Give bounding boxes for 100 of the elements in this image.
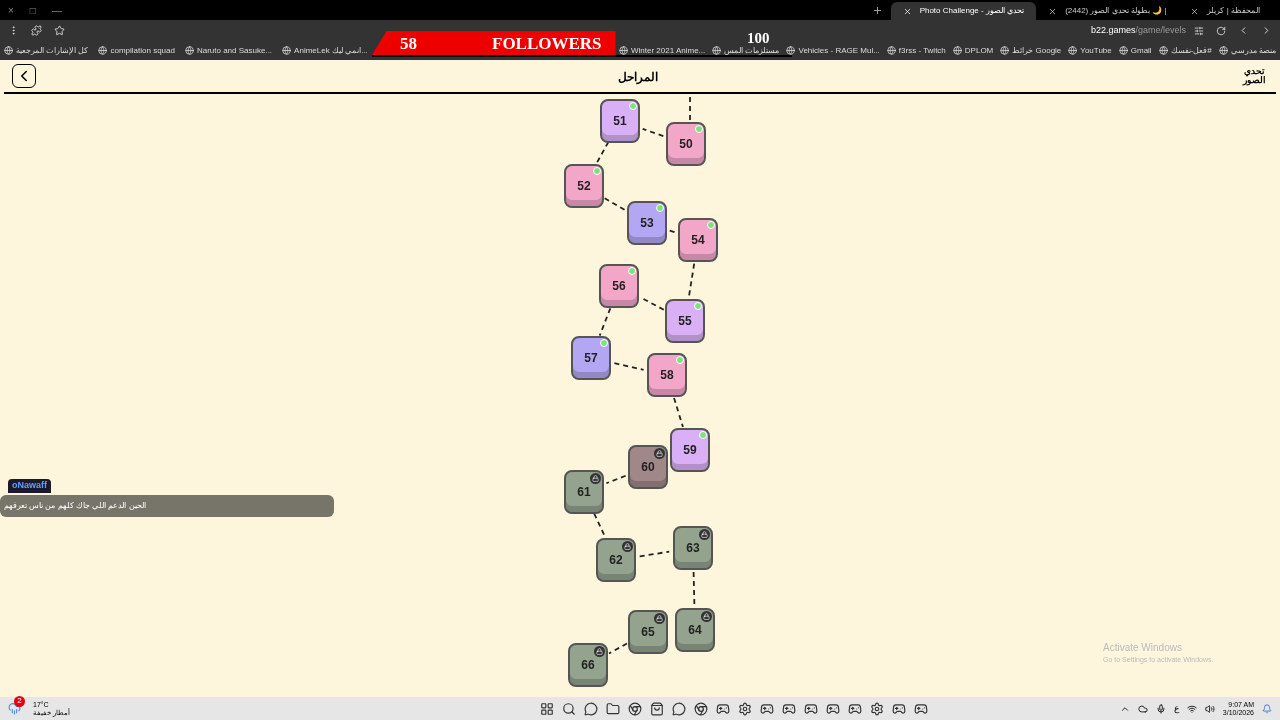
dashed-connector-line (598, 307, 612, 337)
level-tile[interactable]: 51 (600, 99, 640, 143)
lock-icon (654, 448, 665, 459)
reload-icon[interactable] (1216, 25, 1226, 36)
level-tile[interactable]: 61 (564, 470, 604, 514)
globe-icon (1000, 46, 1010, 55)
browser-tab[interactable]: Photo Challenge - تحدي الصور (890, 2, 1037, 20)
bookmark-link[interactable]: AnimeLek انمي ليك... (282, 44, 368, 57)
taskbar-app-icon[interactable] (605, 701, 620, 716)
close-icon[interactable] (1190, 6, 1200, 16)
weather-icon (8, 702, 21, 715)
bookmark-link[interactable]: Naruto and Sasuke... (184, 44, 273, 57)
tab-title: المحفظة | كريلز (1207, 5, 1260, 17)
level-tile[interactable]: 55 (665, 299, 705, 343)
level-tile[interactable]: 52 (564, 164, 604, 208)
star-icon[interactable] (54, 25, 65, 36)
cloud-icon[interactable] (1137, 703, 1148, 714)
level-tile[interactable]: 64 (675, 608, 715, 652)
chat-username: oNawaff (8, 479, 51, 493)
taskbar-app-icon[interactable] (737, 701, 752, 716)
lock-icon (594, 646, 605, 657)
taskbar-app-icon[interactable] (759, 701, 774, 716)
notification-badge: 2 (14, 695, 25, 707)
dashed-connector-line (673, 397, 684, 428)
level-tile[interactable]: 63 (673, 526, 713, 570)
bookmark-link[interactable]: فعل-نفسك# (1158, 44, 1212, 57)
browser-tab[interactable]: (2442) بطولة تحدي الصور 🌙 | (1036, 2, 1179, 20)
level-tile[interactable]: 58 (647, 353, 687, 397)
lock-icon (622, 541, 633, 552)
window-control[interactable]: × (8, 2, 14, 18)
globe-icon (786, 46, 796, 55)
dashed-connector-line (692, 571, 696, 607)
back-button[interactable] (12, 64, 36, 88)
globe-icon (1068, 46, 1078, 55)
taskbar-app-icon[interactable] (803, 701, 818, 716)
site-settings-icon[interactable] (1194, 25, 1204, 36)
globe-icon (1118, 46, 1128, 55)
level-tile[interactable]: 62 (596, 538, 636, 582)
bookmark-link[interactable]: YouTube (1068, 44, 1112, 57)
microphone-icon[interactable] (1155, 703, 1166, 714)
followers-label: FOLLOWERS (492, 34, 602, 54)
lock-icon (590, 473, 601, 484)
taskbar-app-icon[interactable] (583, 701, 598, 716)
notifications-icon[interactable] (1262, 703, 1272, 714)
volume-icon[interactable] (1204, 703, 1215, 714)
level-tile[interactable]: 65 (628, 610, 668, 654)
language-indicator[interactable]: ع (1173, 701, 1179, 716)
globe-icon (1158, 46, 1168, 55)
taskbar-app-icon[interactable] (693, 701, 708, 716)
window-control[interactable]: — (51, 2, 62, 18)
dashed-connector-line (608, 642, 628, 655)
taskbar-app-icon[interactable] (913, 701, 928, 716)
network-icon[interactable] (1186, 703, 1197, 714)
level-tile[interactable]: 59 (670, 428, 710, 472)
taskbar-app-icon[interactable] (561, 701, 576, 716)
bookmark-link[interactable]: f3rss - Twitch (886, 44, 946, 57)
bookmark-link[interactable]: Gmail (1118, 44, 1152, 57)
level-tile[interactable]: 56 (599, 264, 639, 308)
dashed-connector-line (641, 128, 665, 137)
taskbar-app-icon[interactable] (649, 701, 664, 716)
taskbar-app-icon[interactable] (715, 701, 730, 716)
bookmark-link[interactable]: DPLOM (952, 44, 994, 57)
taskbar-app-icon[interactable] (891, 701, 906, 716)
dashed-connector-line (603, 197, 628, 212)
taskbar-app-icon[interactable] (869, 701, 884, 716)
level-tile[interactable]: 54 (678, 218, 718, 262)
taskbar-app-icon[interactable] (825, 701, 840, 716)
extensions-icon[interactable] (31, 25, 42, 36)
bookmark-link[interactable]: compilation squad (98, 44, 175, 57)
level-tile[interactable]: 57 (571, 336, 611, 380)
dashed-connector-line (638, 550, 671, 558)
lock-icon (699, 529, 710, 540)
page-title: المراحل (618, 70, 658, 84)
window-control[interactable]: □ (29, 2, 36, 18)
dashed-connector-line (668, 229, 677, 234)
bookmark-link[interactable]: Vehicles - RAGE Mul... (786, 44, 880, 57)
taskbar-app-icon[interactable] (671, 701, 686, 716)
followers-count: 58 (400, 34, 417, 54)
level-tile[interactable]: 50 (666, 122, 706, 166)
close-icon[interactable] (1048, 6, 1058, 16)
browser-tab[interactable]: المحفظة | كريلز (1178, 2, 1272, 20)
globe-icon (4, 46, 13, 55)
address-bar[interactable]: b22.games/game/levels (1090, 23, 1204, 38)
taskbar-app-icon[interactable] (781, 701, 796, 716)
level-tile[interactable]: 66 (568, 643, 608, 687)
taskbar-app-icon[interactable] (847, 701, 862, 716)
taskbar-app-icon[interactable] (627, 701, 642, 716)
level-tile[interactable]: 60 (628, 445, 668, 489)
bookmark-link[interactable]: كل الإشارات المرجعية (4, 44, 89, 57)
new-tab-button[interactable] (871, 4, 883, 16)
bookmark-link[interactable]: خرائط Google (1000, 44, 1062, 57)
bookmark-link[interactable]: Winter 2021 Anime... (619, 44, 706, 57)
close-icon[interactable] (902, 6, 912, 16)
globe-icon (952, 46, 962, 55)
bookmark-link[interactable]: منصة مدرسي (1218, 44, 1276, 57)
taskbar-app-icon[interactable] (539, 701, 554, 716)
globe-icon (712, 46, 722, 55)
level-tile[interactable]: 53 (627, 201, 667, 245)
bookmark-link[interactable]: مستلزمات المس (712, 44, 780, 57)
globe-icon (98, 46, 108, 55)
